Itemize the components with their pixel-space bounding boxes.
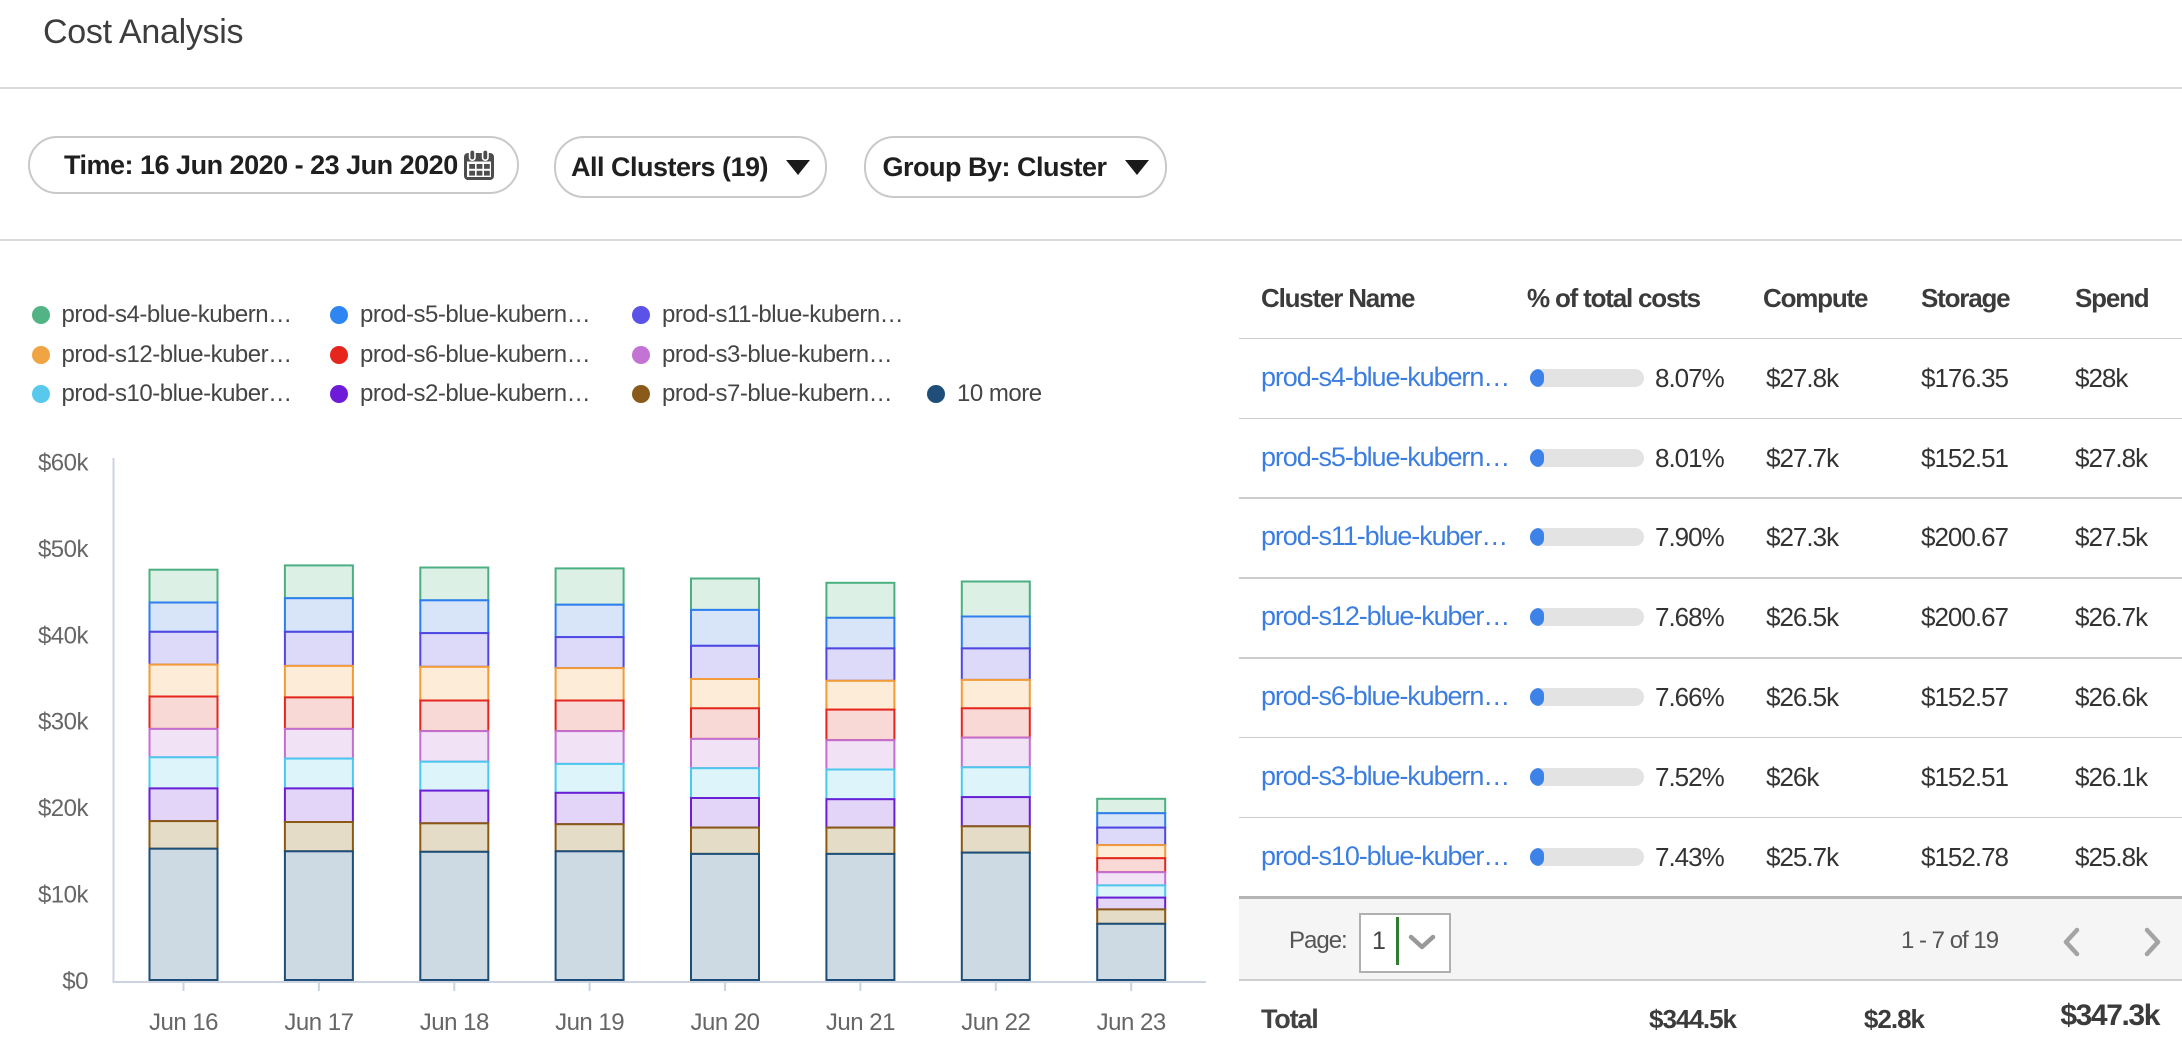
svg-text:Jun 21: Jun 21 <box>826 1009 895 1036</box>
svg-text:$40k: $40k <box>38 622 90 649</box>
svg-text:Jun 23: Jun 23 <box>1097 1009 1166 1036</box>
svg-text:Jun 18: Jun 18 <box>420 1009 489 1036</box>
svg-text:Jun 20: Jun 20 <box>690 1009 759 1036</box>
svg-text:$50k: $50k <box>38 536 90 563</box>
svg-text:Jun 22: Jun 22 <box>961 1009 1030 1036</box>
svg-text:Jun 19: Jun 19 <box>555 1009 624 1036</box>
svg-text:$10k: $10k <box>38 881 90 908</box>
svg-text:$30k: $30k <box>38 709 90 736</box>
svg-text:$20k: $20k <box>38 795 90 822</box>
svg-text:Jun 16: Jun 16 <box>149 1009 218 1036</box>
svg-text:$0: $0 <box>62 968 88 995</box>
svg-text:Jun 17: Jun 17 <box>284 1009 353 1036</box>
svg-text:$60k: $60k <box>38 450 90 477</box>
